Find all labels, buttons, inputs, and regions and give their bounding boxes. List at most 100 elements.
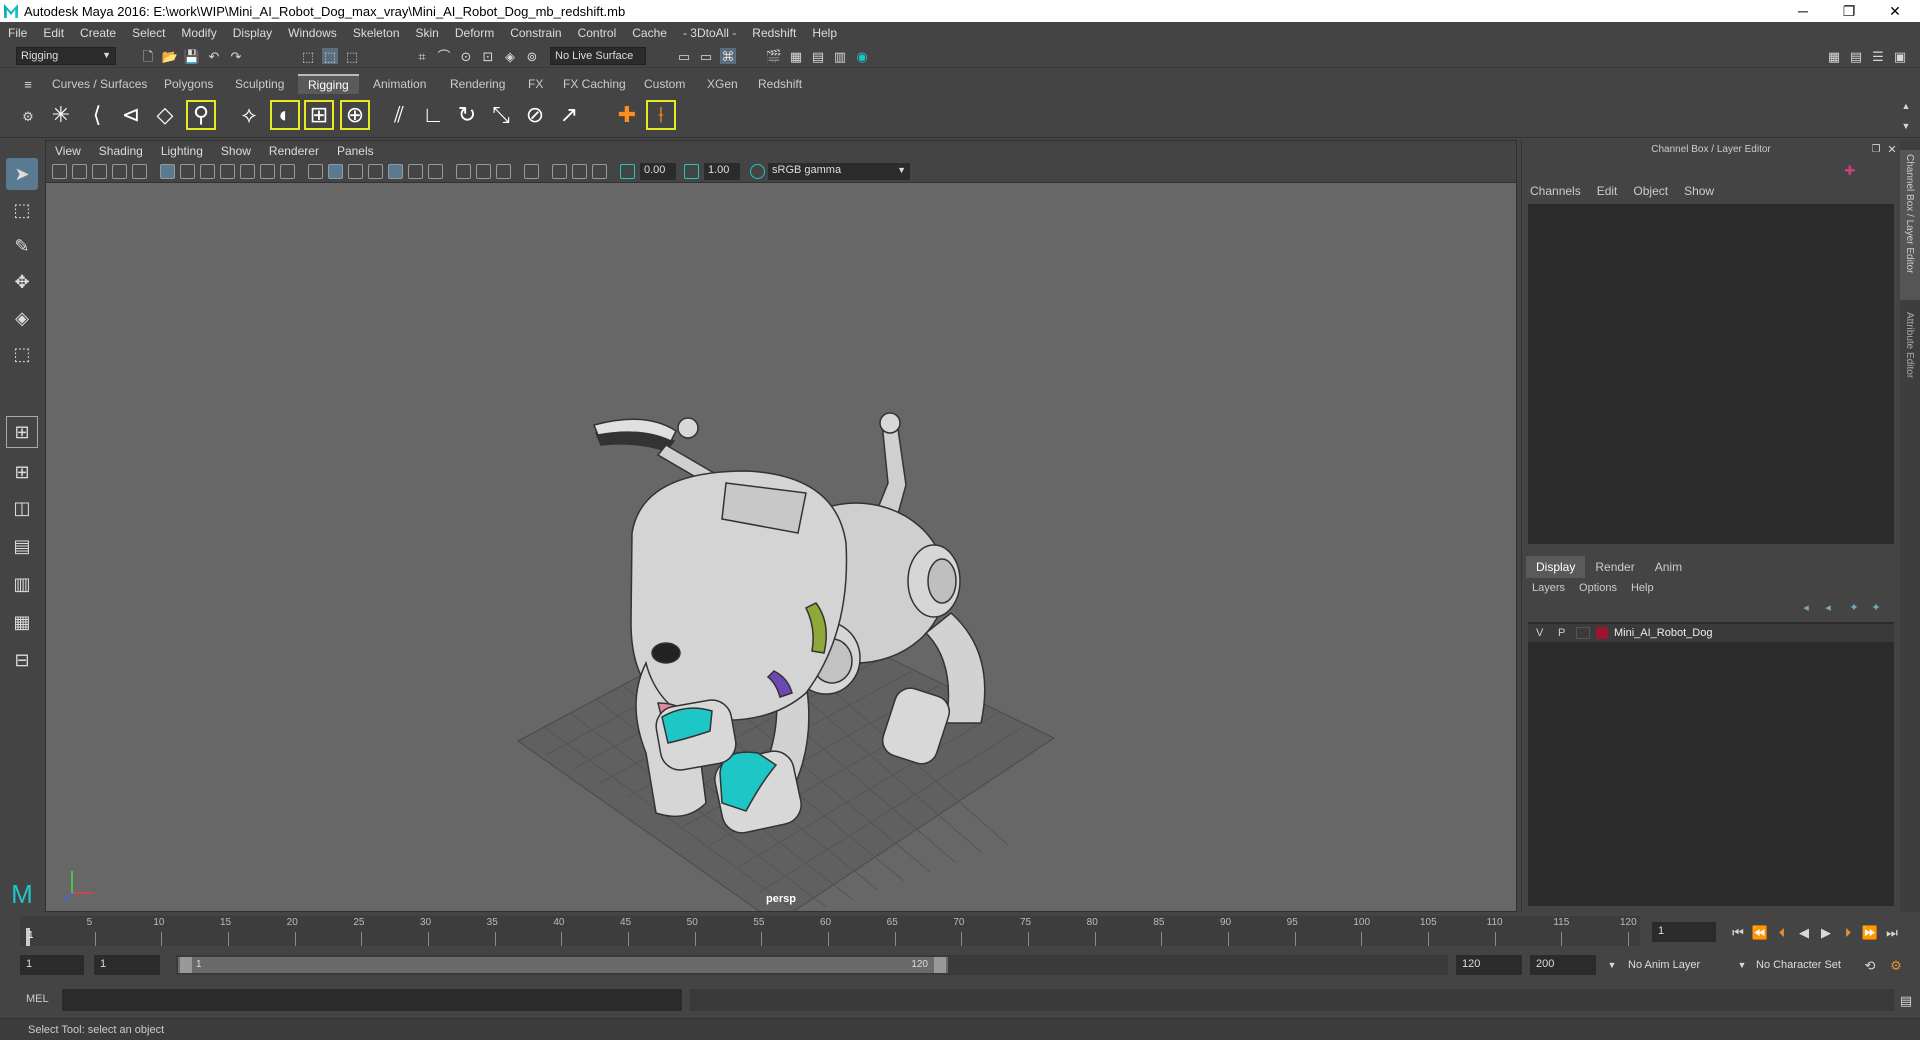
select-tool-icon[interactable]: ➤ [6, 158, 38, 190]
render-frame-icon[interactable]: 🎬 [766, 48, 782, 64]
animation-end-field[interactable]: 200 [1530, 955, 1596, 975]
xray-icon[interactable] [552, 164, 567, 179]
menu-set-dropdown[interactable]: Rigging ▼ [16, 47, 116, 65]
menu-redshift[interactable]: Redshift [744, 26, 804, 40]
animation-preferences-icon[interactable]: ⚙ [1888, 957, 1904, 973]
field-chart-icon[interactable] [240, 164, 255, 179]
scale-constraint-icon[interactable]: ⤡ [486, 100, 516, 130]
tool-settings-toggle-icon[interactable]: ☰ [1870, 48, 1886, 64]
command-input[interactable] [62, 989, 682, 1011]
camera-attributes-icon[interactable] [52, 164, 67, 179]
textured-icon[interactable] [388, 164, 403, 179]
two-pane-layout-icon[interactable]: ◫ [6, 492, 38, 524]
persp-graph-layout-icon[interactable]: ▥ [6, 568, 38, 600]
ipr-render-icon[interactable]: ▦ [788, 48, 804, 64]
hypershade-icon[interactable]: ▥ [832, 48, 848, 64]
menu-select[interactable]: Select [124, 26, 173, 40]
viewport-menu-shading[interactable]: Shading [90, 144, 152, 158]
point-constraint-icon[interactable]: ∟ [418, 100, 448, 130]
default-material-icon[interactable] [348, 164, 363, 179]
layer-visibility-toggle[interactable]: V [1536, 627, 1543, 639]
scale-tool-icon[interactable]: ⬚ [6, 338, 38, 370]
persp-hypershade-layout-icon[interactable]: ▦ [6, 606, 38, 638]
shelf-tab-fx-caching[interactable]: FX Caching [553, 74, 636, 94]
redshift-render-icon[interactable]: ◉ [854, 48, 870, 64]
playback-start-field[interactable]: 1 [94, 955, 160, 975]
menu-skeleton[interactable]: Skeleton [345, 26, 408, 40]
channels-menu[interactable]: Channels [1530, 184, 1581, 198]
gamma-field[interactable]: 1.00 [704, 163, 740, 180]
safe-title-icon[interactable] [280, 164, 295, 179]
snap-grid-icon[interactable]: ⌗ [414, 48, 430, 64]
use-all-lights-icon[interactable] [408, 164, 423, 179]
range-end-handle[interactable] [934, 957, 946, 973]
menu-skin[interactable]: Skin [408, 26, 447, 40]
image-plane-icon[interactable] [92, 164, 107, 179]
rotate-tool-icon[interactable]: ◈ [6, 302, 38, 334]
shelf-tab-rigging[interactable]: Rigging [298, 74, 359, 94]
object-menu[interactable]: Object [1633, 184, 1668, 198]
save-scene-icon[interactable]: 💾 [184, 48, 200, 64]
ambient-occlusion-icon[interactable] [456, 164, 471, 179]
play-forwards-icon[interactable]: ▶ [1818, 924, 1834, 940]
undo-icon[interactable]: ↶ [206, 48, 222, 64]
smooth-bind-icon[interactable]: ◐ [270, 100, 300, 130]
snap-surface-icon[interactable]: ◈ [502, 48, 518, 64]
resolution-gate-icon[interactable] [200, 164, 215, 179]
smooth-shade-icon[interactable] [328, 164, 343, 179]
channel-box-side-tab[interactable]: Channel Box / Layer Editor [1900, 150, 1920, 300]
step-forward-frame-icon[interactable]: ⏩ [1862, 924, 1878, 940]
parent-constraint-icon[interactable]: ⫽ [384, 100, 414, 130]
channel-list[interactable] [1528, 204, 1894, 544]
camera-bookmark-icon[interactable] [72, 164, 87, 179]
viewport-menu-lighting[interactable]: Lighting [152, 144, 212, 158]
hik-character-icon[interactable]: ⚲ [186, 100, 216, 130]
step-back-key-icon[interactable]: ⏴ [1774, 924, 1790, 940]
color-management-icon[interactable] [750, 164, 765, 179]
layer-color-swatch[interactable] [1596, 627, 1608, 639]
step-back-frame-icon[interactable]: ⏪ [1752, 924, 1768, 940]
shelf-settings-icon[interactable]: ⚙ [20, 108, 36, 124]
chevron-down-icon[interactable]: ▼ [1604, 957, 1620, 973]
new-layer-selected-icon[interactable]: ✦ [1868, 600, 1884, 616]
menu-cache[interactable]: Cache [624, 26, 675, 40]
tab-render[interactable]: Render [1585, 556, 1644, 578]
single-perspective-layout-icon[interactable]: ⊞ [6, 416, 38, 448]
isolate-select-icon[interactable] [524, 164, 539, 179]
go-to-end-icon[interactable]: ⏭ [1884, 924, 1900, 940]
locator-icon[interactable]: ✚ [612, 100, 642, 130]
menu-help[interactable]: Help [804, 26, 845, 40]
chevron-down-icon[interactable]: ▼ [1734, 957, 1750, 973]
new-scene-icon[interactable]: 🗋 [140, 48, 156, 64]
redo-icon[interactable]: ↷ [228, 48, 244, 64]
move-tool-icon[interactable]: ✥ [6, 266, 38, 298]
wireframe-icon[interactable] [308, 164, 323, 179]
pole-vector-icon[interactable]: ↗ [554, 100, 584, 130]
xray-active-icon[interactable] [572, 164, 587, 179]
paint-select-icon[interactable]: ✎ [6, 230, 38, 262]
shelf-scroll-up-icon[interactable]: ▲ [1898, 98, 1914, 114]
render-settings-icon[interactable]: ▤ [810, 48, 826, 64]
layer-help-menu[interactable]: Help [1631, 582, 1654, 594]
shelf-tab-xgen[interactable]: XGen [697, 74, 748, 94]
bind-skin-icon[interactable]: ⟡ [234, 100, 264, 130]
attribute-editor-side-tab[interactable]: Attribute Editor [1900, 308, 1920, 408]
shelf-tab-fx[interactable]: FX [518, 74, 553, 94]
snap-live-icon[interactable]: ⊚ [524, 48, 540, 64]
select-object-icon[interactable]: ⬚ [322, 48, 338, 64]
four-view-layout-icon[interactable]: ⊞ [6, 456, 38, 488]
shelf-tab-animation[interactable]: Animation [363, 74, 436, 94]
gate-mask-icon[interactable] [220, 164, 235, 179]
menu-edit[interactable]: Edit [35, 26, 72, 40]
viewport-menu-show[interactable]: Show [212, 144, 260, 158]
options-menu[interactable]: Options [1579, 582, 1617, 594]
shelf-scroll-down-icon[interactable]: ▼ [1898, 118, 1914, 134]
playback-end-field[interactable]: 120 [1456, 955, 1522, 975]
input-ops-icon[interactable]: ▭ [676, 48, 692, 64]
aim-constraint-icon[interactable]: ⊘ [520, 100, 550, 130]
edit-menu[interactable]: Edit [1597, 184, 1618, 198]
shelf-menu-icon[interactable]: ≡ [20, 76, 36, 92]
ik-spline-icon[interactable]: ⊲ [116, 100, 146, 130]
shadows-icon[interactable] [428, 164, 443, 179]
move-layer-down-icon[interactable]: ◂ [1820, 600, 1836, 616]
